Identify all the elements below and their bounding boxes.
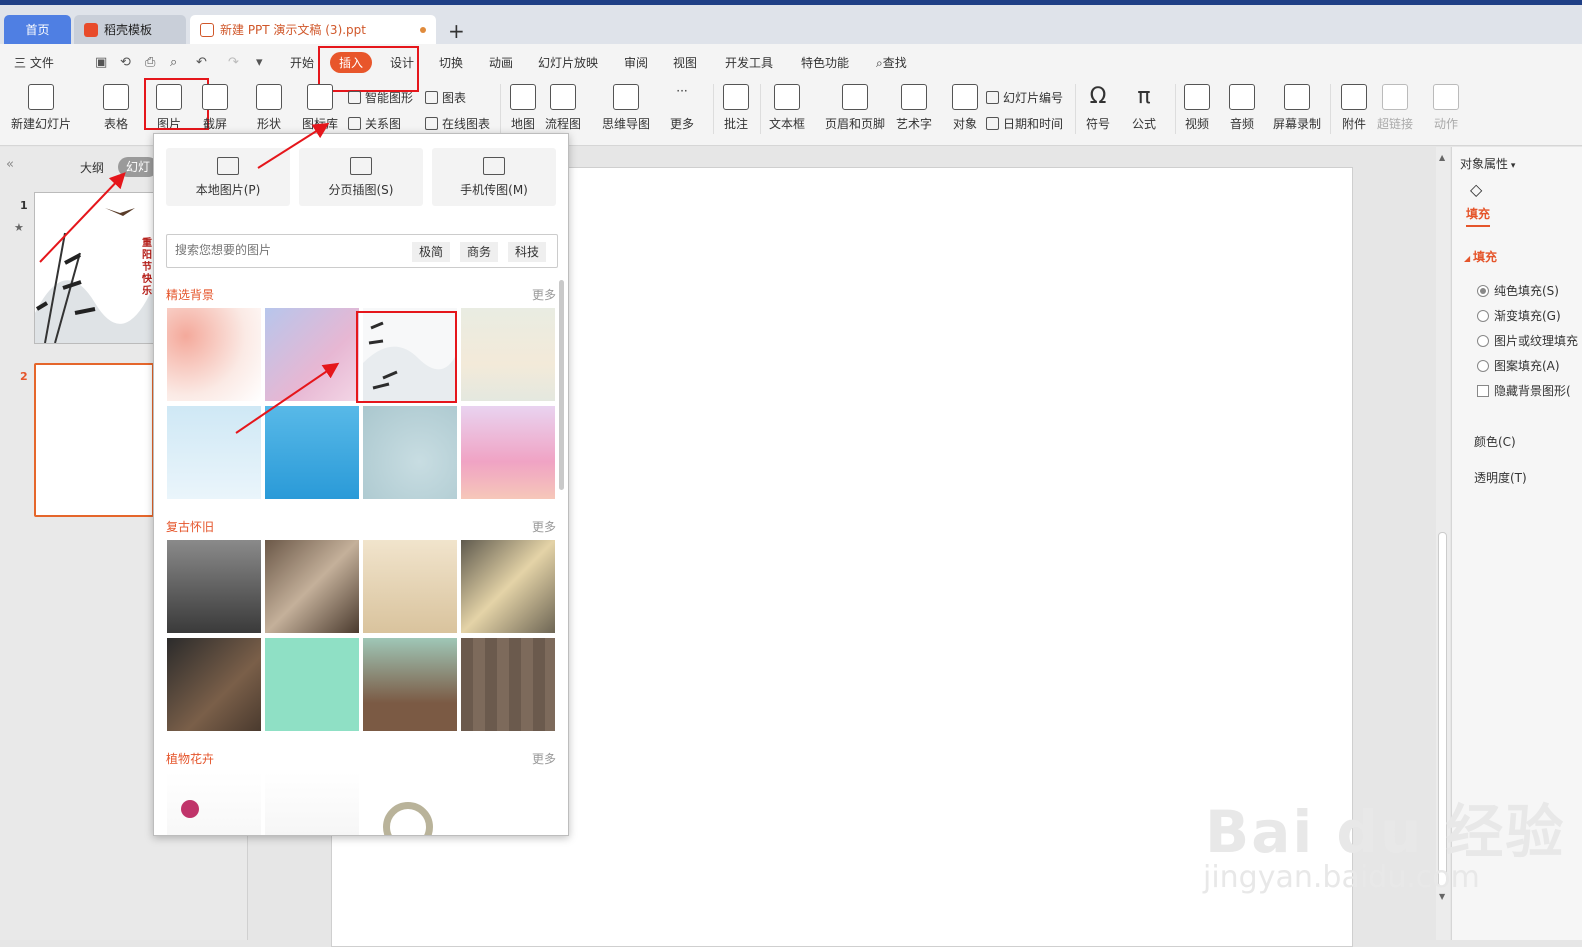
- arrow-to-selected-background: [235, 362, 340, 434]
- arrow-to-icon-library: [257, 122, 330, 169]
- annotation-arrows: [39, 122, 340, 434]
- arrow-to-slides-tab: [39, 172, 126, 263]
